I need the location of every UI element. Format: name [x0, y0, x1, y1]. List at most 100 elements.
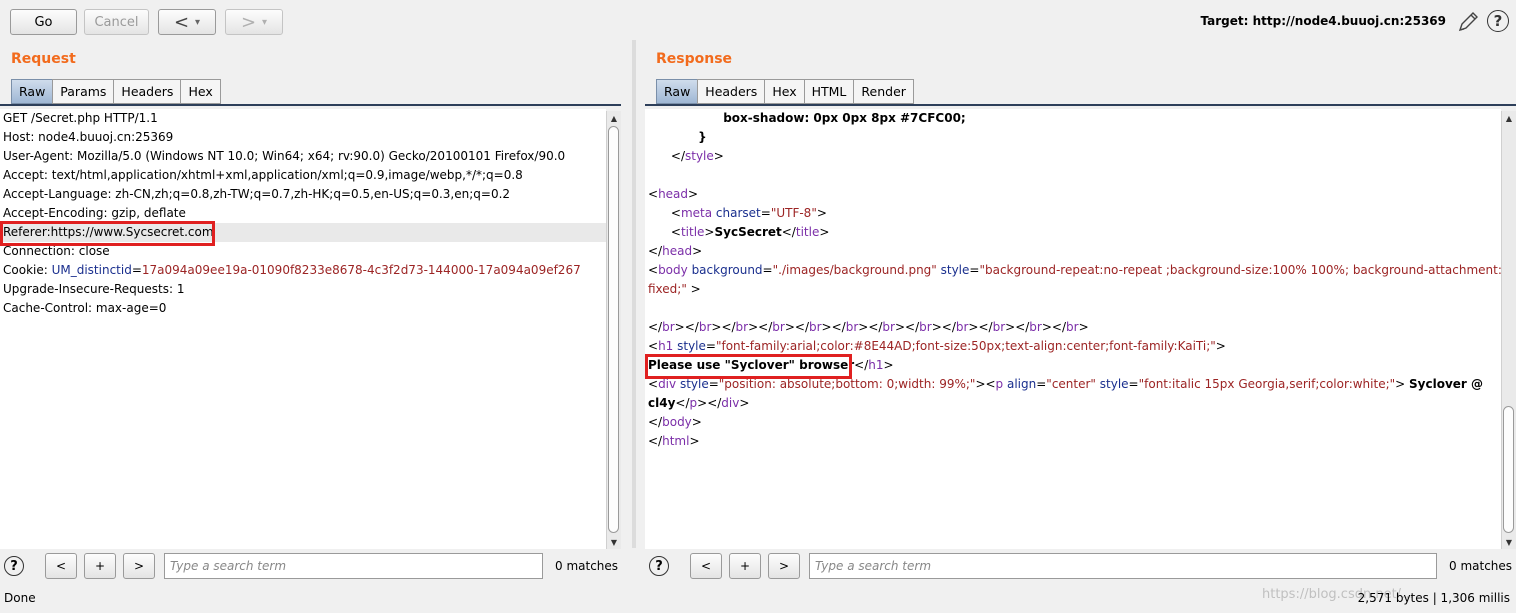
response-token: head: [658, 187, 689, 201]
request-line: Accept-Language: zh-CN,zh;q=0.8,zh-TW;q=…: [0, 185, 606, 204]
response-token: ></: [674, 320, 699, 334]
response-tab-hex[interactable]: Hex: [764, 79, 805, 104]
response-token: br: [919, 320, 932, 334]
response-token: </: [648, 415, 663, 429]
response-scrollbar[interactable]: ▲ ▼: [1501, 111, 1516, 549]
response-token: html: [662, 434, 690, 448]
response-editor[interactable]: box-shadow: 0px 0px 8px #7CFC00; } </sty…: [645, 109, 1501, 549]
response-token: br: [1066, 320, 1079, 334]
response-token: <: [648, 187, 659, 201]
response-token: >: [713, 149, 724, 163]
response-search-next-button[interactable]: >: [768, 553, 800, 579]
request-scroll-thumb[interactable]: [608, 126, 619, 533]
request-tab-raw[interactable]: Raw: [11, 79, 54, 104]
request-token: Connection: close: [3, 244, 110, 258]
response-token: </: [648, 149, 685, 163]
request-match-count: 0 matches: [555, 559, 619, 573]
request-editor[interactable]: GET /Secret.php HTTP/1.1 Host: node4.buuo…: [0, 109, 606, 549]
request-tab-params[interactable]: Params: [52, 79, 115, 104]
response-token: "font-family:arial;color:#8E44AD;font-si…: [715, 339, 1216, 353]
response-line: }: [645, 128, 1501, 147]
forward-dropdown-icon: ▾: [262, 16, 268, 28]
scroll-up-icon[interactable]: ▲: [1502, 111, 1516, 125]
scroll-down-icon[interactable]: ▼: [1502, 535, 1516, 549]
response-token: meta: [680, 206, 713, 220]
response-token: ></: [1005, 320, 1030, 334]
response-token: style: [1095, 377, 1129, 391]
response-token: <: [648, 339, 659, 353]
response-line: </head>: [645, 242, 1501, 261]
response-tab-render[interactable]: Render: [853, 79, 914, 104]
response-highlight-box: [645, 354, 852, 379]
request-title: Request: [11, 51, 76, 67]
pane-divider[interactable]: [632, 40, 636, 548]
response-token: <: [648, 263, 659, 277]
response-token: </: [648, 244, 663, 258]
response-token: body: [662, 415, 692, 429]
response-tab-html[interactable]: HTML: [803, 79, 855, 104]
response-token: }: [648, 130, 707, 144]
request-token: Cookie:: [3, 263, 52, 277]
request-token: Cache-Control: max-age=0: [3, 301, 167, 315]
cancel-button[interactable]: Cancel: [84, 9, 149, 35]
response-token: br: [735, 320, 749, 334]
request-token: Upgrade-Insecure-Requests: 1: [3, 282, 185, 296]
request-search-add-button[interactable]: +: [84, 553, 116, 579]
request-search-input[interactable]: [164, 553, 543, 579]
response-token: h1: [658, 339, 674, 353]
response-match-count: 0 matches: [1449, 559, 1513, 573]
response-tab-headers[interactable]: Headers: [697, 79, 766, 104]
request-search-prev-button[interactable]: <: [45, 553, 77, 579]
response-search-help-icon[interactable]: ?: [649, 556, 669, 576]
response-tab-raw[interactable]: Raw: [656, 79, 699, 104]
response-token: p: [689, 396, 698, 410]
response-token: ><: [975, 377, 996, 391]
back-button[interactable]: < ▾: [158, 9, 216, 35]
response-search-input[interactable]: [809, 553, 1437, 579]
response-token: "position: absolute;bottom: 0;width: 99%…: [718, 377, 976, 391]
response-token: >: [689, 434, 700, 448]
forward-button[interactable]: > ▾: [225, 9, 283, 35]
response-token: =: [1128, 377, 1139, 391]
response-title: Response: [656, 51, 733, 67]
request-token: GET /Secret.php HTTP/1.1: [3, 111, 158, 125]
scroll-down-icon[interactable]: ▼: [607, 535, 621, 549]
request-scrollbar[interactable]: ▲ ▼: [606, 111, 621, 549]
response-token: ></: [1041, 320, 1067, 334]
target-label: Target: http://node4.buuoj.cn:25369: [1200, 14, 1446, 28]
response-line: </body>: [645, 413, 1501, 432]
response-token: ></: [711, 320, 736, 334]
response-token: <: [648, 377, 659, 391]
back-arrow-icon: <: [173, 11, 190, 33]
request-search-next-button[interactable]: >: [123, 553, 155, 579]
response-token: style: [684, 149, 714, 163]
request-search-help-icon[interactable]: ?: [4, 556, 24, 576]
request-token: Accept-Language: zh-CN,zh;q=0.8,zh-TW;q=…: [3, 187, 511, 201]
request-token: User-Agent: Mozilla/5.0 (Windows NT 10.0…: [3, 149, 566, 163]
go-button[interactable]: Go: [10, 9, 77, 35]
response-token: ></: [697, 396, 722, 410]
response-line: </br></br></br></br></br></br></br></br>…: [645, 318, 1501, 337]
response-token: =: [969, 263, 980, 277]
response-search-prev-button[interactable]: <: [690, 553, 722, 579]
response-token: ></: [821, 320, 846, 334]
request-token: Accept-Encoding: gzip, deflate: [3, 206, 186, 220]
request-tab-hex[interactable]: Hex: [180, 79, 221, 104]
help-icon[interactable]: ?: [1487, 10, 1509, 32]
response-token: charset: [712, 206, 761, 220]
forward-arrow-icon: >: [240, 11, 257, 33]
edit-target-icon[interactable]: [1456, 10, 1480, 34]
response-line: <body background="./images/background.pn…: [645, 261, 1501, 280]
request-token: 17a094a09ee19a-01090f8233e8678-4c3f2d73-…: [141, 263, 581, 277]
request-line: User-Agent: Mozilla/5.0 (Windows NT 10.0…: [0, 147, 606, 166]
request-tab-headers[interactable]: Headers: [113, 79, 182, 104]
response-scroll-thumb[interactable]: [1503, 406, 1514, 533]
response-token: =: [1036, 377, 1047, 391]
response-token: </: [648, 434, 663, 448]
response-token: br: [1029, 320, 1042, 334]
response-token: br: [845, 320, 859, 334]
scroll-up-icon[interactable]: ▲: [607, 111, 621, 125]
response-search-add-button[interactable]: +: [729, 553, 761, 579]
response-token: head: [662, 244, 693, 258]
response-token: title: [795, 225, 820, 239]
